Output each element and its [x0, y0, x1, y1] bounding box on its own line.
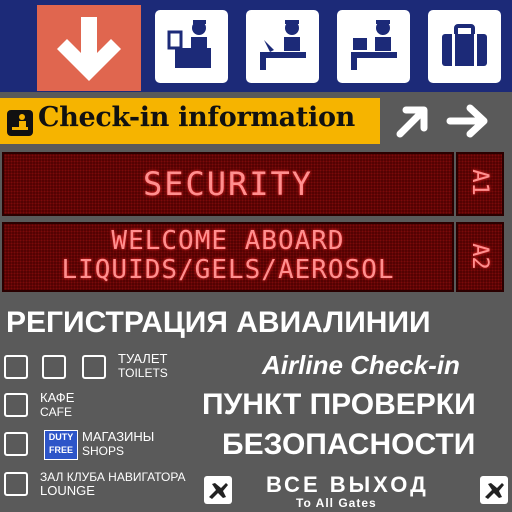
- airplane-icon: [204, 476, 232, 504]
- led-side-a1-text: A1: [466, 169, 492, 196]
- led-board-welcome: WELCOME ABOARD LIQUIDS/GELS/AEROSOL: [2, 222, 454, 292]
- down-arrow-icon: [37, 5, 141, 91]
- check-in-info-label: Check-in information: [38, 102, 356, 133]
- led-side-a2-text: A2: [466, 243, 492, 270]
- duty-free-badge: DUTY FREE: [44, 430, 78, 460]
- check-in-desk-icon: [246, 10, 319, 83]
- security-ru-line2: БЕЗОПАСНОСТИ: [222, 428, 476, 461]
- airline-checkin-ru-heading: РЕГИСТРАЦИЯ АВИАЛИНИИ: [6, 306, 431, 339]
- airplane-icon: [480, 476, 508, 504]
- led-text-liquids: LIQUIDS/GELS/AEROSOL: [61, 255, 395, 285]
- service-cafe: КАФЕ CAFE: [40, 390, 75, 420]
- wheelchair-icon: [42, 355, 66, 379]
- cafe-icon: [4, 393, 28, 417]
- led-text-security: SECURITY: [142, 165, 314, 203]
- arrow-diagonal-icon: [82, 355, 106, 379]
- service-lounge: ЗАЛ КЛУБА НАВИГАТОРА LOUNGE: [40, 470, 186, 498]
- service-shops: МАГАЗИНЫ SHOPS: [82, 429, 155, 459]
- led-board-security: SECURITY: [2, 152, 454, 216]
- service-toilets: ТУАЛЕТ TOILETS: [118, 351, 168, 381]
- service-toilets-en: TOILETS: [118, 366, 168, 380]
- gates-en-label: To All Gates: [296, 496, 377, 510]
- passport-control-icon: [155, 10, 228, 83]
- duty-free-line2: FREE: [48, 445, 73, 455]
- check-in-desk-icon: [7, 110, 33, 136]
- service-cafe-en: CAFE: [40, 405, 73, 419]
- service-cafe-ru: КАФЕ: [40, 390, 75, 405]
- shops-arrow-icon: [4, 432, 28, 456]
- service-lounge-en: LOUNGE: [40, 483, 95, 498]
- baggage-claim-icon: [337, 10, 410, 83]
- security-ru-line1: ПУНКТ ПРОВЕРКИ: [202, 388, 476, 421]
- airline-checkin-en-heading: Airline Check-in: [262, 350, 460, 380]
- led-text-welcome: WELCOME ABOARD: [111, 226, 345, 256]
- duty-free-line1: DUTY: [48, 432, 74, 442]
- arrow-right-icon: [444, 100, 492, 142]
- toilets-icon: [4, 355, 28, 379]
- lounge-icon: [4, 472, 28, 496]
- arrow-up-right-icon: [388, 100, 436, 142]
- service-lounge-ru: ЗАЛ КЛУБА НАВИГАТОРА: [40, 470, 186, 484]
- service-toilets-ru: ТУАЛЕТ: [118, 351, 168, 366]
- gates-ru-label: ВСЕ ВЫХОД: [266, 472, 429, 497]
- service-shops-en: SHOPS: [82, 444, 125, 458]
- led-side-a1: A1: [456, 152, 504, 216]
- suitcase-icon: [428, 10, 501, 83]
- led-side-a2: A2: [456, 222, 504, 292]
- service-shops-ru: МАГАЗИНЫ: [82, 429, 155, 444]
